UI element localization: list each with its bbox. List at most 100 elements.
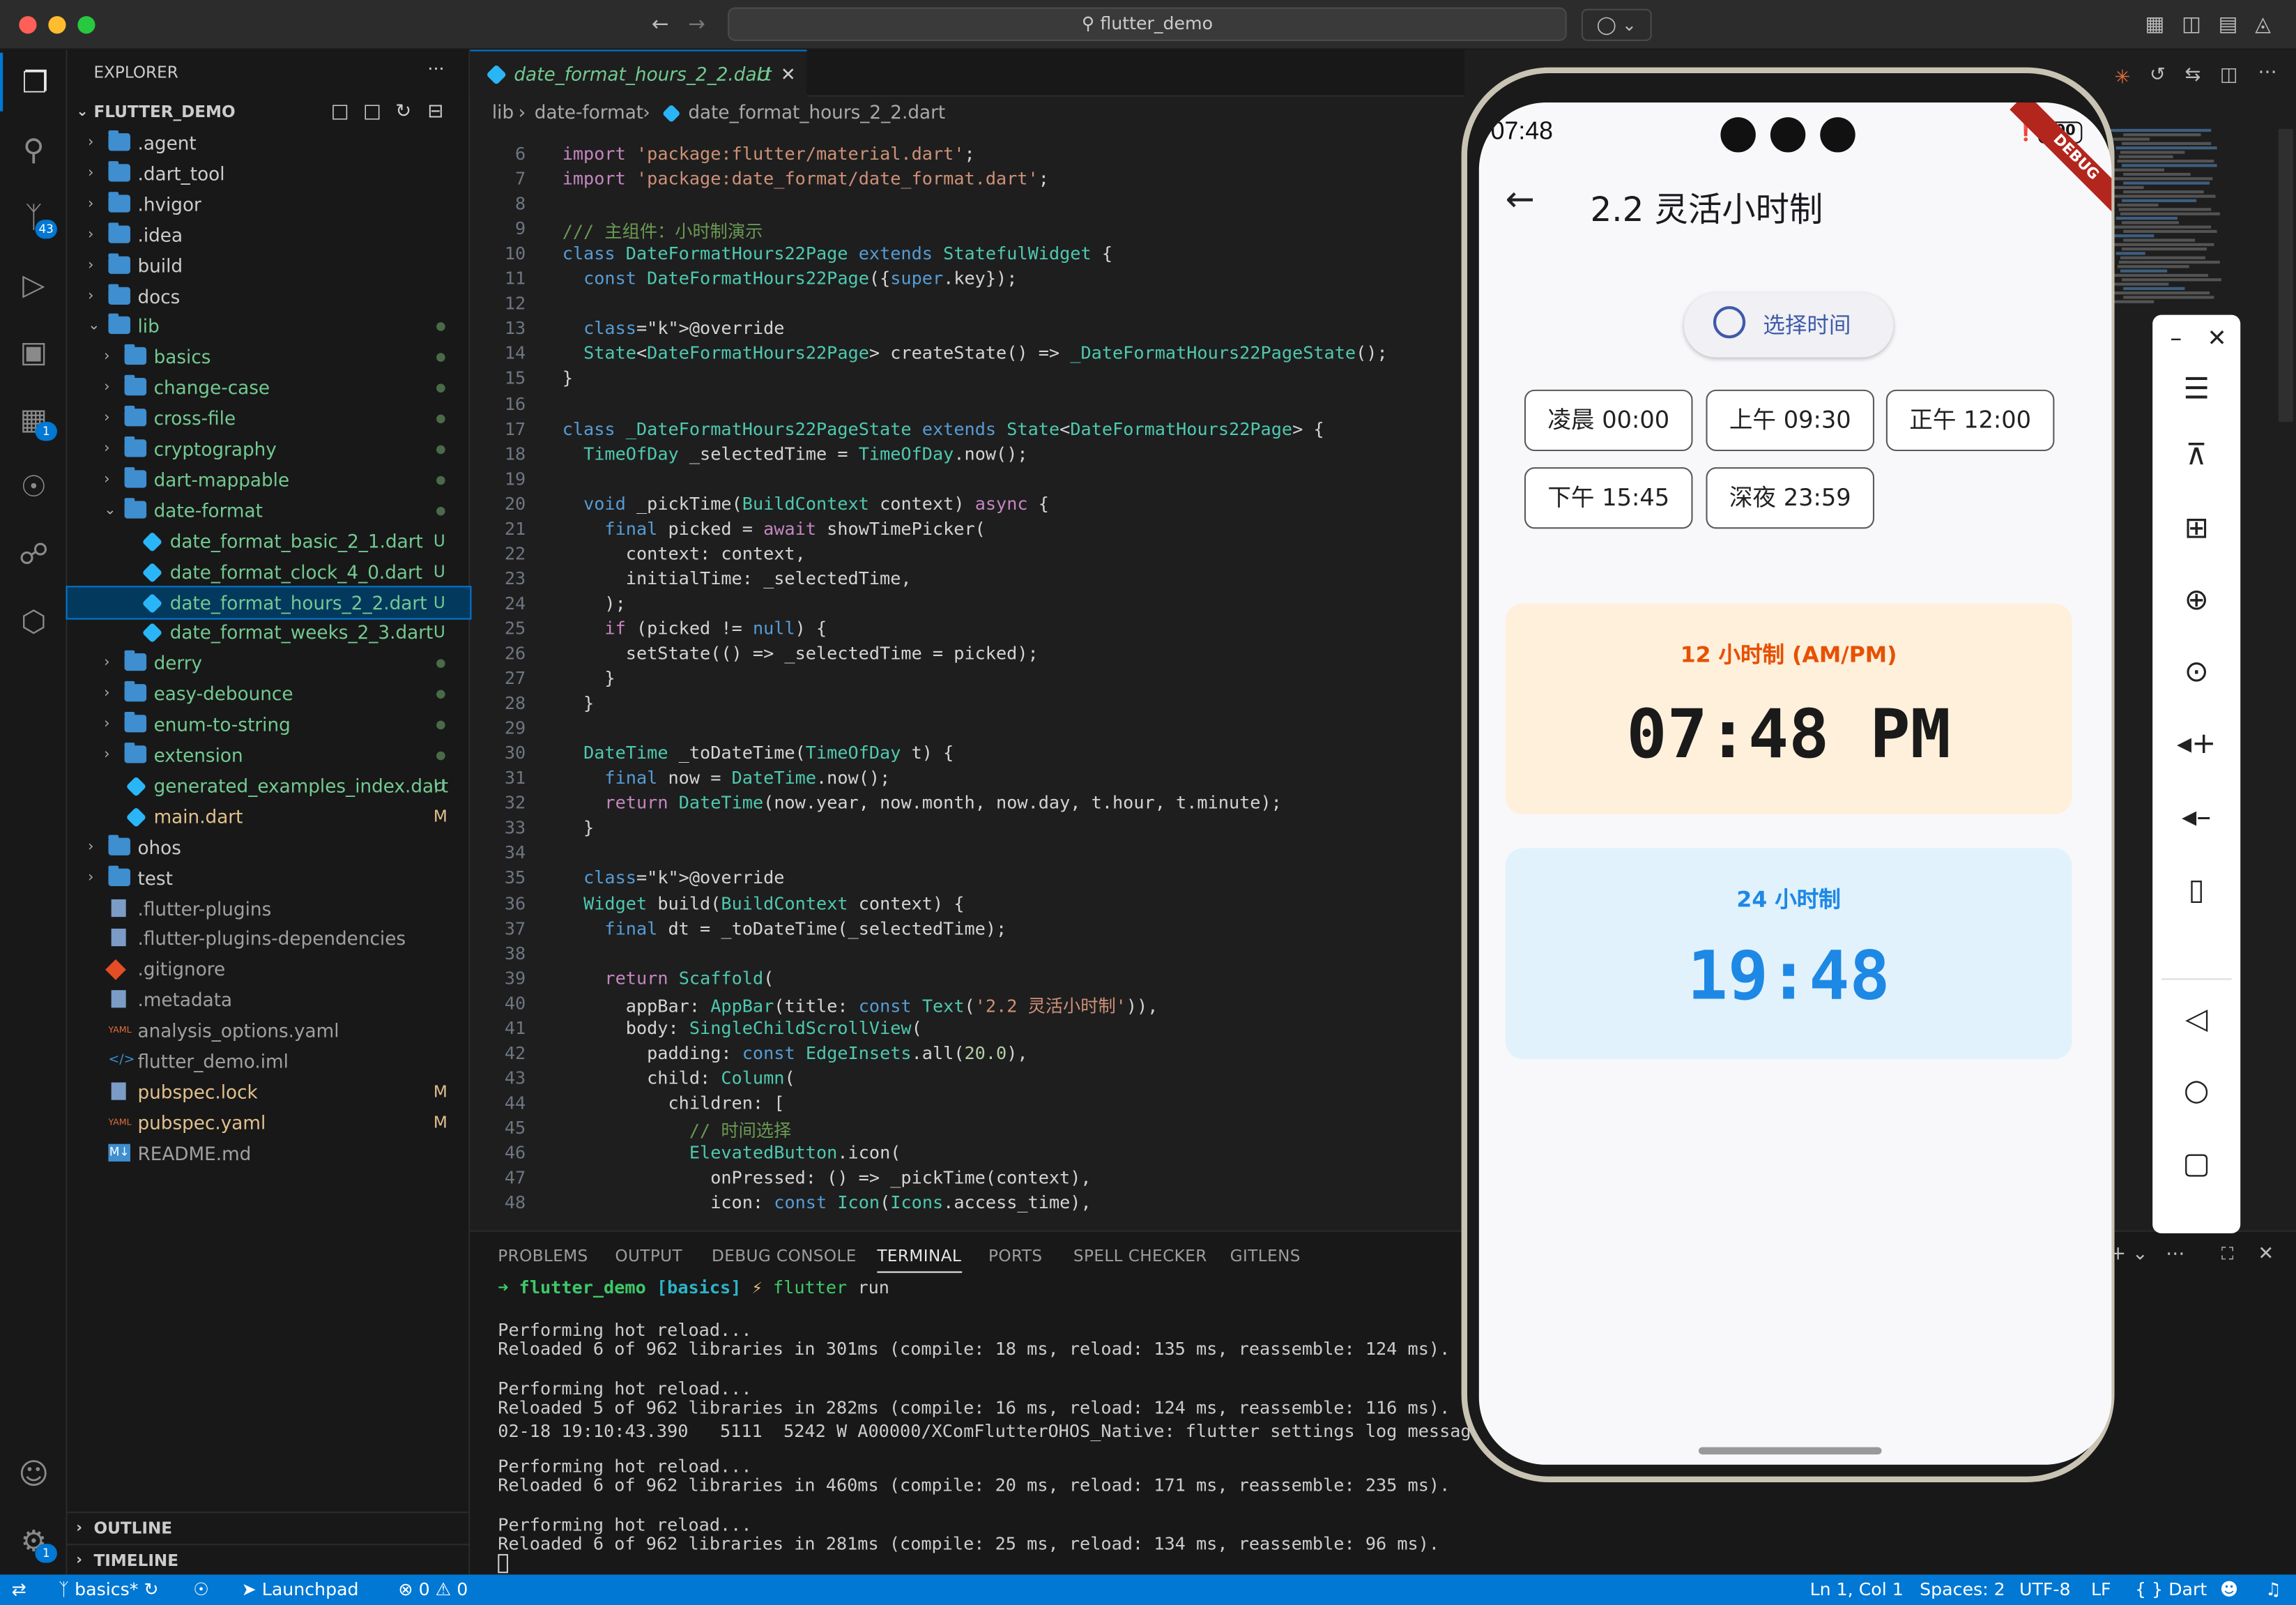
panel-tab-problems[interactable]: PROBLEMS (498, 1247, 588, 1265)
tree-item[interactable]: › change-case (68, 372, 470, 403)
zoom-window-button[interactable] (77, 16, 95, 34)
tree-item[interactable]: › .agent (68, 128, 470, 158)
more-actions-button[interactable]: ··· (427, 59, 444, 79)
shake-icon[interactable]: ▯ (2152, 872, 2240, 906)
account-icon[interactable]: ☺ (0, 1444, 68, 1503)
tree-item[interactable]: </> flutter_demo.iml (68, 1046, 470, 1077)
timeline-icon[interactable]: ↺ (2150, 64, 2166, 86)
volume-down-icon[interactable]: ◂– (2152, 798, 2240, 833)
new-folder-icon[interactable]: □ (363, 98, 381, 128)
tree-item[interactable]: main.dart M (68, 801, 470, 832)
remote-indicator-icon[interactable]: ⇄ (12, 1574, 26, 1605)
tree-item[interactable]: generated_examples_index.dart U (68, 770, 470, 801)
explorer-icon[interactable]: ❐ (0, 52, 68, 112)
pin-icon[interactable]: ⊼ (2152, 436, 2240, 471)
menu-icon[interactable]: ☰ (2152, 371, 2240, 406)
remote-explorer-icon[interactable]: ▣ (0, 322, 68, 381)
settings-gear-icon[interactable]: ⚙ 1 (0, 1512, 68, 1570)
git-graph-icon[interactable]: ☉ (0, 457, 68, 515)
command-center-search[interactable]: ⚲ flutter_demo (728, 7, 1567, 41)
back-arrow-icon[interactable]: ← (652, 12, 669, 38)
tree-item[interactable]: › build (68, 250, 470, 280)
code-editor[interactable]: 6 import 'package:flutter/material.dart';… (470, 129, 1464, 1231)
copilot-icon[interactable]: ☻ (2220, 1574, 2238, 1605)
toggle-sidebar-icon[interactable]: ◫ (2182, 12, 2201, 38)
tree-item[interactable]: .flutter-plugins (68, 892, 470, 923)
panel-more-icon[interactable]: ⋯ (2166, 1244, 2184, 1266)
tree-item[interactable]: .gitignore (68, 954, 470, 984)
tree-item[interactable]: › cryptography (68, 434, 470, 464)
sparkle-icon[interactable]: ✳ (2115, 68, 2131, 90)
tree-item[interactable]: YAML analysis_options.yaml (68, 1015, 470, 1046)
rotate-icon[interactable]: ⊕ (2152, 581, 2240, 616)
pick-time-button[interactable]: 选择时间 (1683, 293, 1894, 358)
preset-button[interactable]: 深夜 23:59 (1706, 467, 1875, 529)
back-arrow-icon[interactable]: ← (1506, 178, 1535, 220)
panel-tab-spell-checker[interactable]: SPELL CHECKER (1073, 1247, 1207, 1265)
editor-more-icon[interactable]: ⋯ (2258, 61, 2276, 84)
tree-item[interactable]: › cross-file (68, 403, 470, 434)
tree-item[interactable]: .flutter-plugins-dependencies (68, 923, 470, 954)
tree-item[interactable]: ⌄ lib (68, 311, 470, 342)
tree-item[interactable]: pubspec.lock M (68, 1077, 470, 1107)
new-file-icon[interactable]: □ (331, 98, 349, 128)
panel-tab-ports[interactable]: PORTS (988, 1247, 1042, 1265)
breadcrumb-item[interactable]: date-format (535, 97, 643, 129)
git-graph-status-icon[interactable]: ☉ (193, 1574, 209, 1605)
gitlens-icon[interactable]: ☍ (0, 524, 68, 583)
close-window-button[interactable] (19, 16, 37, 34)
workspace-root[interactable]: ⌄ FLUTTER_DEMO □ □ ↻ ⊟ (68, 98, 470, 128)
tree-item[interactable]: › ohos (68, 832, 470, 862)
cursor-position[interactable]: Ln 1, Col 1 (1810, 1574, 1904, 1605)
containers-icon[interactable]: ⬡ (0, 592, 68, 651)
split-editor-icon[interactable]: ◫ (2220, 64, 2238, 86)
tree-item[interactable]: › basics (68, 342, 470, 372)
forward-arrow-icon[interactable]: → (688, 12, 705, 38)
tree-item[interactable]: YAML pubspec.yaml M (68, 1107, 470, 1138)
preset-button[interactable]: 凌晨 00:00 (1524, 389, 1693, 452)
tree-item[interactable]: › test (68, 862, 470, 893)
tree-item[interactable]: › derry (68, 648, 470, 678)
copilot-chat-icon[interactable]: ◯ ⌄ (1581, 8, 1652, 41)
preset-button[interactable]: 正午 12:00 (1885, 389, 2055, 452)
compare-icon[interactable]: ⇆ (2184, 64, 2201, 86)
extensions-icon[interactable]: ▦ 1 (0, 390, 68, 448)
screenshot-crop-icon[interactable]: ⊞ (2152, 510, 2240, 545)
tree-item[interactable]: .metadata (68, 984, 470, 1015)
notifications-icon[interactable]: ♫ (2265, 1574, 2281, 1605)
tree-item[interactable]: › .hvigor (68, 189, 470, 220)
editor-tab-active[interactable]: date_format_hours_2_2.dart U ✕ (470, 50, 807, 97)
home-nav-icon[interactable]: ○ (2152, 1072, 2240, 1107)
source-control-icon[interactable]: ᛉ 43 (0, 188, 68, 246)
panel-tab-terminal[interactable]: TERMINAL (877, 1247, 962, 1273)
tree-item[interactable]: M↓ README.md (68, 1138, 470, 1169)
editor-scrollbar[interactable] (2278, 128, 2293, 423)
timeline-section[interactable]: › TIMELINE (67, 1544, 470, 1574)
run-debug-icon[interactable]: ▷ (0, 255, 68, 314)
panel-tab-output[interactable]: OUTPUT (615, 1247, 682, 1265)
panel-tab-gitlens[interactable]: GITLENS (1230, 1247, 1301, 1265)
refresh-icon[interactable]: ↻ (395, 98, 411, 128)
preset-button[interactable]: 下午 15:45 (1524, 467, 1693, 529)
close-panel-icon[interactable]: ✕ (2258, 1244, 2274, 1266)
layout-icon[interactable]: ▦ (2145, 12, 2165, 38)
tree-item[interactable]: › enum-to-string (68, 709, 470, 740)
record-icon[interactable]: ⊙ (2152, 653, 2240, 688)
close-emulator-icon[interactable]: ✕ (2173, 321, 2261, 356)
tree-item[interactable]: date_format_clock_4_0.dart U (68, 556, 470, 586)
search-icon[interactable]: ⚲ (0, 120, 68, 178)
tree-item[interactable]: date_format_basic_2_1.dart U (68, 526, 470, 556)
home-indicator[interactable] (1698, 1447, 1882, 1455)
tree-item[interactable]: › extension (68, 740, 470, 770)
outline-section[interactable]: › OUTLINE (67, 1512, 470, 1542)
tree-item[interactable]: date_format_hours_2_2.dart U (66, 585, 472, 619)
tree-item[interactable]: › .idea (68, 219, 470, 250)
tree-item[interactable]: › easy-debounce (68, 678, 470, 709)
phone-screen[interactable]: 07:48 ❗ 100 DEBUG ← 2.2 灵活小时制 选择时间 凌晨 00… (1478, 102, 2112, 1465)
toggle-secondary-sidebar-icon[interactable]: ◬ (2255, 12, 2271, 38)
recents-nav-icon[interactable]: ▢ (2152, 1146, 2240, 1180)
collapse-all-icon[interactable]: ⊟ (427, 98, 443, 128)
minimize-window-button[interactable] (48, 16, 66, 34)
preset-button[interactable]: 上午 09:30 (1706, 389, 1875, 452)
minimap[interactable] (2109, 128, 2270, 305)
